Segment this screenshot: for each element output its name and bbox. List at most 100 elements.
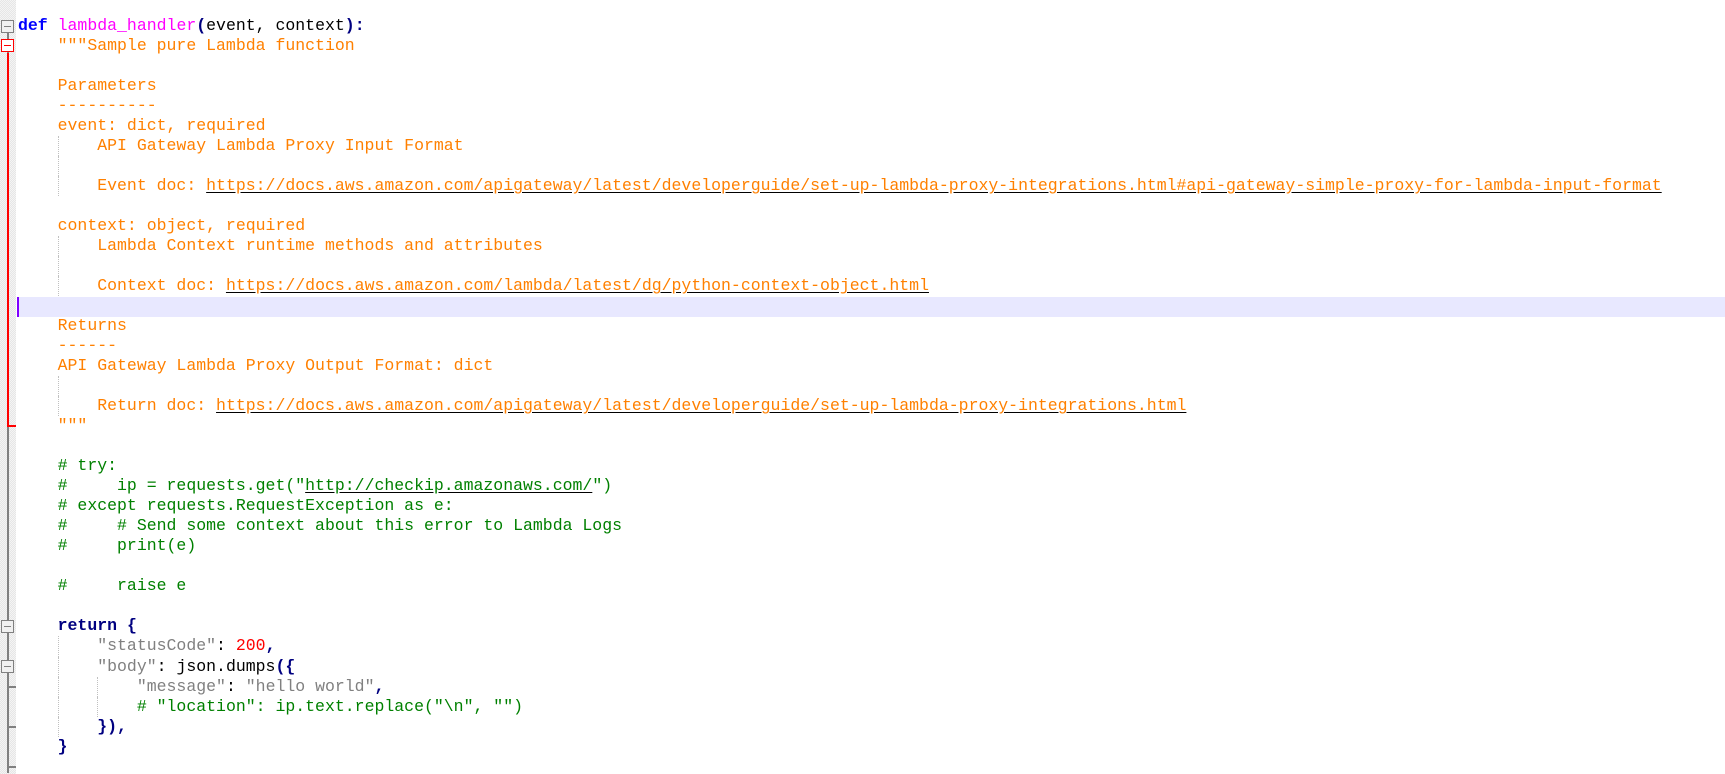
code-line[interactable]: Lambda Context runtime methods and attri… — [18, 236, 1662, 257]
indent-guide — [57, 376, 59, 397]
fold-margin[interactable] — [0, 0, 16, 774]
code-token: context: object, required — [57, 216, 306, 236]
indent-guide — [57, 156, 59, 177]
code-token: """ — [57, 416, 88, 436]
code-token: ") — [592, 476, 613, 496]
code-token: return — [57, 616, 118, 636]
hyperlink[interactable]: https://docs.aws.amazon.com/apigateway/l… — [216, 396, 1186, 415]
code-line[interactable]: "message": "hello world", — [18, 676, 1662, 697]
code-token: """Sample pure Lambda function — [57, 36, 355, 56]
code-token: "body" — [97, 656, 157, 676]
code-token: : — [354, 16, 365, 35]
code-line[interactable]: # raise e — [18, 576, 1662, 596]
code-line[interactable]: Context doc: https://docs.aws.amazon.com… — [18, 276, 1662, 297]
fold-toggle-icon[interactable] — [1, 660, 14, 673]
code-line[interactable] — [18, 196, 1662, 216]
code-token: # raise e — [57, 576, 187, 596]
code-line[interactable]: API Gateway Lambda Proxy Input Format — [18, 136, 1662, 157]
code-token: Return doc: — [97, 396, 217, 416]
indent-guide — [97, 676, 99, 697]
code-line[interactable]: "body": json.dumps({ — [18, 656, 1662, 677]
code-line[interactable]: # try: — [18, 456, 1662, 476]
indent-guide — [57, 136, 59, 157]
indent-guide — [57, 696, 59, 717]
indent-guide — [57, 256, 59, 277]
code-line[interactable] — [18, 436, 1662, 456]
code-line[interactable]: # print(e) — [18, 536, 1662, 556]
fold-toggle-icon[interactable] — [1, 20, 14, 33]
fold-end-marker — [7, 726, 16, 728]
code-token: 200 — [235, 636, 266, 656]
hyperlink[interactable]: http://checkip.amazonaws.com/ — [305, 476, 592, 495]
code-line[interactable]: ---------- — [18, 96, 1662, 116]
code-token: ---------- — [57, 96, 157, 116]
code-line[interactable]: def lambda_handler(event, context): — [18, 16, 1662, 36]
code-line[interactable]: Event doc: https://docs.aws.amazon.com/a… — [18, 176, 1662, 197]
indent-guide — [57, 676, 59, 697]
code-line[interactable]: event: dict, required — [18, 116, 1662, 136]
code-line[interactable] — [18, 556, 1662, 576]
code-token: "message" — [136, 676, 226, 696]
indent-guide — [57, 176, 59, 197]
code-line[interactable]: context: object, required — [18, 216, 1662, 236]
code-line[interactable]: } — [18, 737, 1662, 757]
fold-end-marker — [7, 686, 16, 688]
code-line[interactable]: }), — [18, 716, 1662, 737]
code-token: # print(e) — [57, 536, 197, 556]
indent-guide — [57, 656, 59, 677]
code-token: { — [126, 616, 137, 636]
indent-guide — [57, 716, 59, 737]
code-line[interactable] — [18, 256, 1662, 277]
code-line[interactable]: """ — [18, 416, 1662, 436]
code-token: API Gateway Lambda Proxy Output Format: … — [57, 356, 494, 376]
code-token: , — [374, 676, 385, 696]
code-token: # ip = requests.get(" — [57, 476, 306, 496]
code-line[interactable]: # # Send some context about this error t… — [18, 516, 1662, 536]
indent-guide — [57, 236, 59, 257]
code-line[interactable]: # ip = requests.get("http://checkip.amaz… — [18, 476, 1662, 496]
code-token: : — [216, 636, 236, 656]
code-line[interactable]: # except requests.RequestException as e: — [18, 496, 1662, 516]
code-token: event: dict, required — [57, 116, 266, 136]
code-line[interactable] — [18, 596, 1662, 616]
hyperlink[interactable]: https://docs.aws.amazon.com/lambda/lates… — [226, 276, 929, 295]
code-line[interactable] — [18, 56, 1662, 76]
code-token: Lambda Context runtime methods and attri… — [97, 236, 543, 256]
code-token: # "location": ip.text.replace("\n", "") — [136, 696, 523, 716]
code-editor[interactable]: def lambda_handler(event, context): """S… — [18, 16, 1662, 757]
code-token: , — [265, 636, 276, 656]
code-token: Event doc: — [97, 176, 207, 196]
code-line[interactable]: Parameters — [18, 76, 1662, 96]
fold-toggle-icon[interactable] — [1, 39, 14, 52]
code-line[interactable]: ------ — [18, 336, 1662, 356]
indent-guide — [57, 276, 59, 297]
code-token: # try: — [57, 456, 118, 476]
code-line[interactable] — [18, 156, 1662, 177]
fold-end-docstring — [7, 425, 16, 427]
code-token: # except requests.RequestException as e: — [57, 496, 454, 516]
code-line[interactable]: # "location": ip.text.replace("\n", "") — [18, 696, 1662, 717]
code-line[interactable]: return { — [18, 616, 1662, 636]
code-line[interactable] — [18, 296, 1662, 316]
fold-end-marker — [7, 766, 16, 768]
code-token: : json.dumps — [156, 656, 276, 676]
code-token: }), — [97, 716, 127, 736]
code-token: def — [18, 16, 48, 35]
code-token: ({ — [275, 656, 296, 676]
code-token: ) — [344, 16, 355, 35]
code-line[interactable]: Return doc: https://docs.aws.amazon.com/… — [18, 396, 1662, 417]
fold-toggle-icon[interactable] — [1, 620, 14, 633]
code-token: event, context — [206, 16, 345, 35]
code-token: API Gateway Lambda Proxy Input Format — [97, 136, 464, 156]
code-token: "statusCode" — [97, 636, 217, 656]
code-token: Context doc: — [97, 276, 226, 296]
hyperlink[interactable]: https://docs.aws.amazon.com/apigateway/l… — [206, 176, 1662, 195]
indent-guide — [57, 396, 59, 417]
code-line[interactable]: Returns — [18, 316, 1662, 336]
code-line[interactable]: """Sample pure Lambda function — [18, 36, 1662, 56]
code-token: Returns — [57, 316, 127, 336]
code-line[interactable]: "statusCode": 200, — [18, 636, 1662, 657]
code-line[interactable] — [18, 376, 1662, 397]
code-line[interactable]: API Gateway Lambda Proxy Output Format: … — [18, 356, 1662, 376]
